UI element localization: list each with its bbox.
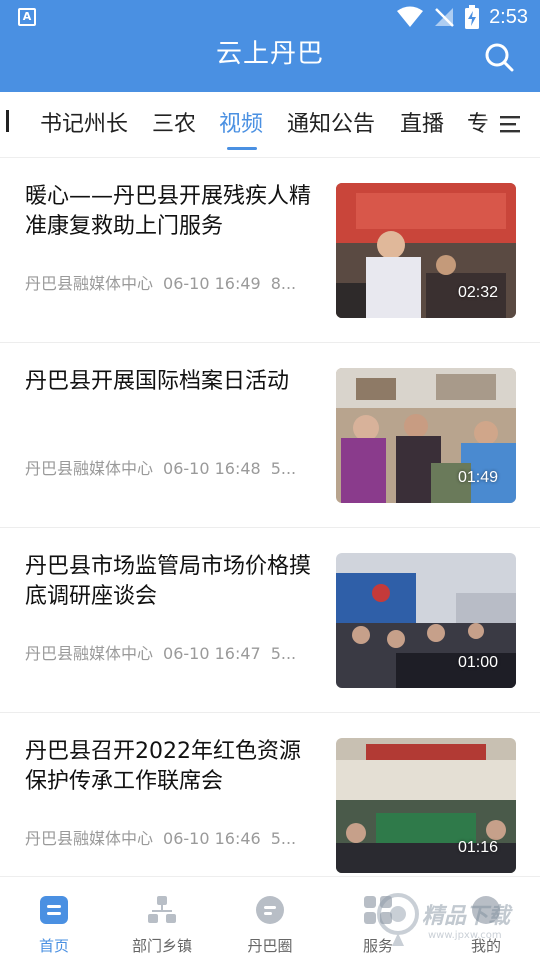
watermark-url: www.jpxw.com [428, 930, 502, 941]
battery-charging-icon [465, 5, 480, 29]
news-source: 丹巴县融媒体中心 [25, 274, 154, 293]
tab-notices[interactable]: 通知公告 [287, 110, 375, 140]
news-meta: 丹巴县融媒体中心 06-10 16:49 8... [25, 270, 315, 294]
category-tabs: 书记州长 三农 视频 通知公告 直播 专 [0, 92, 540, 158]
news-views: 5... [270, 829, 297, 848]
video-thumbnail[interactable]: 01:49 [336, 368, 516, 503]
nav-home-label: 首页 [38, 937, 69, 955]
tab-live[interactable]: 直播 [400, 110, 444, 140]
news-source: 丹巴县融媒体中心 [25, 829, 154, 848]
watermark-logo-icon [377, 893, 419, 946]
list-item[interactable]: 丹巴县召开2022年红色资源保护传承工作联席会 丹巴县融媒体中心 06-10 16… [0, 713, 540, 898]
news-time: 06-10 16:46 [163, 829, 261, 848]
news-source: 丹巴县融媒体中心 [25, 644, 154, 663]
watermark: 精品下载 www.jpxw.com [376, 884, 536, 954]
video-duration: 01:49 [457, 469, 498, 486]
active-tab-indicator [227, 147, 257, 150]
news-time: 06-10 16:49 [163, 274, 261, 293]
news-title[interactable]: 丹巴县开展国际档案日活动 [25, 367, 320, 397]
tab-video[interactable]: 视频 [219, 110, 263, 140]
nav-danba-circle[interactable]: 丹巴圈 [216, 895, 324, 959]
news-meta: 丹巴县融媒体中心 06-10 16:46 5... [25, 825, 315, 849]
menu-icon[interactable] [500, 114, 522, 134]
wifi-icon [397, 6, 424, 27]
org-chart-icon [148, 896, 176, 923]
video-thumbnail[interactable]: 02:32 [336, 183, 516, 318]
news-views: 5... [270, 459, 297, 478]
page-title: 云上丹巴 [215, 39, 324, 69]
list-item[interactable]: 丹巴县市场监管局市场价格摸底调研座谈会 丹巴县融媒体中心 06-10 16:47 5… [0, 528, 540, 713]
search-icon[interactable] [484, 42, 514, 72]
watermark-text: 精品下载 [422, 904, 511, 929]
home-icon [40, 896, 68, 924]
news-meta: 丹巴县融媒体中心 06-10 16:47 5... [25, 640, 315, 664]
news-meta: 丹巴县融媒体中心 06-10 16:48 5... [25, 455, 315, 479]
news-title[interactable]: 丹巴县召开2022年红色资源保护传承工作联席会 [25, 737, 320, 797]
news-source: 丹巴县融媒体中心 [25, 459, 154, 478]
video-duration: 02:32 [457, 284, 498, 301]
status-bar: A 2:53 [0, 0, 540, 36]
chat-bubble-icon [256, 896, 284, 924]
nav-departments[interactable]: 部门乡镇 [108, 895, 216, 959]
app-header: A 2:53 云上丹巴 [0, 0, 540, 92]
video-duration: 01:16 [457, 839, 498, 856]
no-signal-icon [435, 8, 454, 27]
tab-sannong[interactable]: 三农 [152, 110, 196, 140]
video-thumbnail[interactable]: 01:16 [336, 738, 516, 873]
video-duration: 01:00 [457, 654, 498, 671]
notification-badge-icon: A [18, 8, 36, 26]
status-time: 2:53 [489, 5, 528, 28]
status-icons: 2:53 [397, 5, 528, 29]
tab-shuji-zhouzhang[interactable]: 书记州长 [40, 110, 128, 140]
news-time: 06-10 16:48 [163, 459, 261, 478]
news-title[interactable]: 暖心——丹巴县开展残疾人精准康复救助上门服务 [25, 182, 320, 242]
nav-departments-label: 部门乡镇 [131, 937, 192, 955]
news-time: 06-10 16:47 [163, 644, 261, 663]
news-title[interactable]: 丹巴县市场监管局市场价格摸底调研座谈会 [25, 552, 320, 612]
video-thumbnail[interactable]: 01:00 [336, 553, 516, 688]
news-views: 8... [270, 274, 297, 293]
nav-danba-circle-label: 丹巴圈 [247, 937, 293, 955]
nav-home[interactable]: 首页 [0, 895, 108, 959]
news-views: 5... [270, 644, 297, 663]
tab-partial-left[interactable] [6, 110, 12, 140]
list-item[interactable]: 暖心——丹巴县开展残疾人精准康复救助上门服务 丹巴县融媒体中心 06-10 16:… [0, 158, 540, 343]
list-item[interactable]: 丹巴县开展国际档案日活动 丹巴县融媒体中心 06-10 16:48 5... 01:… [0, 343, 540, 528]
